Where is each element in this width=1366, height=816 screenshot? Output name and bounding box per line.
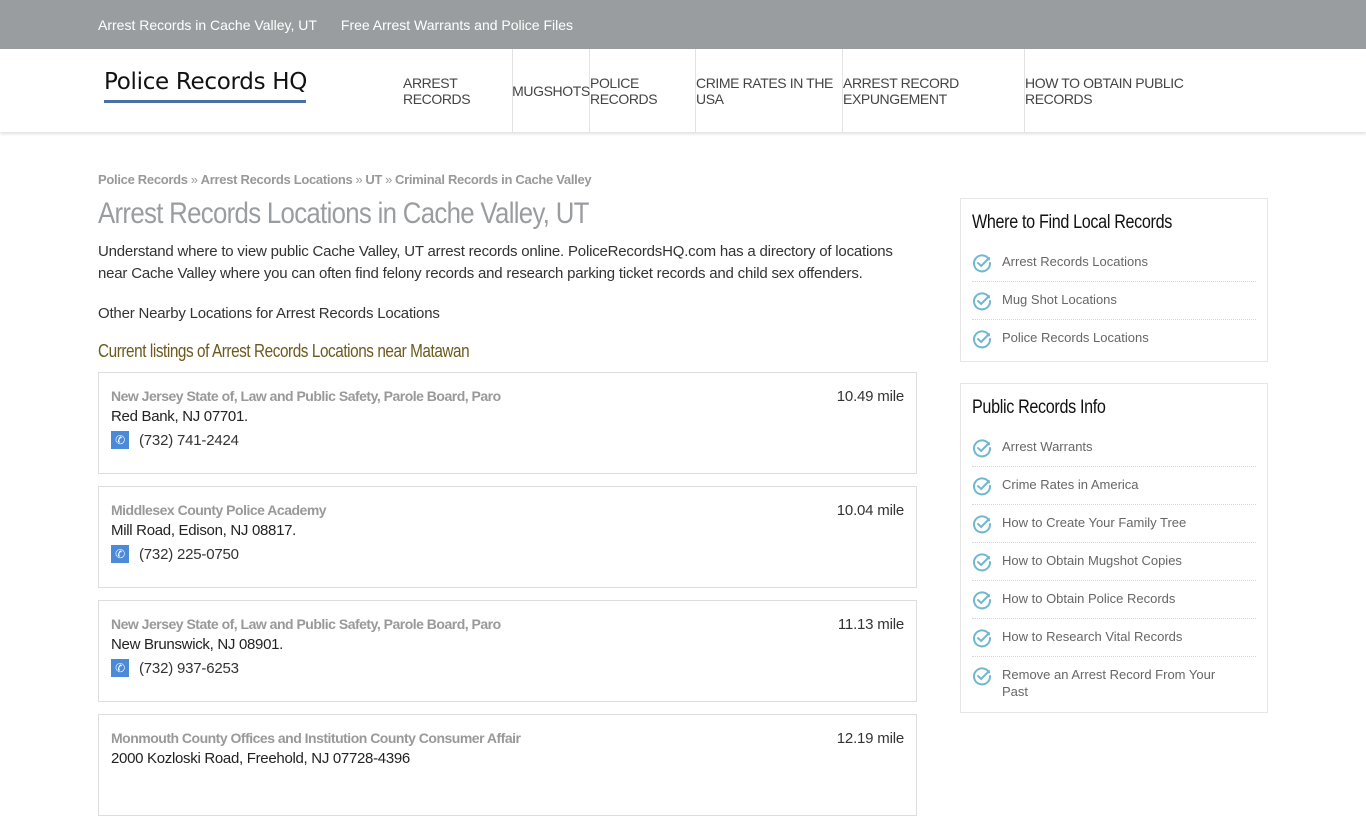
sidebar: Where to Find Local Records Arrest Recor… — [960, 198, 1268, 713]
widget-local-records: Where to Find Local Records Arrest Recor… — [960, 198, 1268, 362]
listing-distance: 12.19 mile — [836, 730, 904, 747]
listing-card: New Jersey State of, Law and Public Safe… — [98, 372, 917, 474]
widget-item: How to Obtain Mugshot Copies — [972, 543, 1256, 581]
breadcrumb-current[interactable]: Criminal Records in Cache Valley — [395, 172, 592, 187]
listing-address: Red Bank, NJ 07701. — [111, 408, 248, 425]
nav-crime-rates[interactable]: CRIME RATES IN THE USA — [696, 49, 843, 132]
check-circle-icon — [973, 254, 992, 273]
nav-mugshots[interactable]: MUGSHOTS — [512, 49, 590, 132]
nav-police-records[interactable]: POLICE RECORDS — [590, 49, 696, 132]
listing-card: New Jersey State of, Law and Public Safe… — [98, 600, 917, 702]
widget-item: Police Records Locations — [972, 320, 1256, 357]
widget-link[interactable]: Mug Shot Locations — [1002, 291, 1227, 308]
nav-expungement[interactable]: ARREST RECORD EXPUNGEMENT — [843, 49, 1025, 132]
widget-link[interactable]: How to Obtain Police Records — [1002, 590, 1227, 607]
breadcrumb-arrest-locations[interactable]: Arrest Records Locations — [201, 172, 353, 187]
listing-address: Mill Road, Edison, NJ 08817. — [111, 522, 297, 539]
listing-name[interactable]: Monmouth County Offices and Institution … — [111, 730, 904, 746]
widget-link[interactable]: Arrest Records Locations — [1002, 253, 1227, 270]
listing-distance: 10.04 mile — [836, 502, 904, 519]
breadcrumb-police-records[interactable]: Police Records — [98, 172, 188, 187]
widget-item: How to Research Vital Records — [972, 619, 1256, 657]
widget-list: Arrest Warrants Crime Rates in America H… — [972, 429, 1256, 708]
topbar-link-free-warrants[interactable]: Free Arrest Warrants and Police Files — [341, 17, 573, 33]
listing-address: New Brunswick, NJ 08901. — [111, 636, 284, 653]
breadcrumb-separator: » — [355, 172, 363, 187]
breadcrumb-separator: » — [385, 172, 393, 187]
listing-card: Middlesex County Police Academy Mill Roa… — [98, 486, 917, 588]
logo-text: Police Records HQ — [104, 69, 308, 95]
widget-link[interactable]: How to Create Your Family Tree — [1002, 514, 1227, 531]
breadcrumb: Police Records» Arrest Records Locations»… — [98, 172, 918, 187]
check-circle-icon — [973, 667, 992, 686]
check-circle-icon — [973, 515, 992, 534]
listing-address: 2000 Kozloski Road, Freehold, NJ 07728-4… — [111, 750, 410, 767]
widget-link[interactable]: Arrest Warrants — [1002, 438, 1227, 455]
phone-icon: ✆ — [111, 431, 129, 449]
check-circle-icon — [973, 591, 992, 610]
check-circle-icon — [973, 292, 992, 311]
site-header: Police Records HQ ARREST RECORDS MUGSHOT… — [0, 49, 1366, 132]
page-title: Arrest Records Locations in Cache Valley… — [98, 197, 589, 230]
nearby-text: Other Nearby Locations for Arrest Record… — [98, 305, 440, 322]
check-circle-icon — [973, 553, 992, 572]
listing-name[interactable]: New Jersey State of, Law and Public Safe… — [111, 616, 904, 632]
listing-distance: 11.13 mile — [837, 616, 904, 633]
widget-list: Arrest Records Locations Mug Shot Locati… — [972, 244, 1256, 357]
widget-item: Remove an Arrest Record From Your Past — [972, 657, 1256, 708]
widget-public-records-info: Public Records Info Arrest Warrants Crim… — [960, 383, 1268, 713]
widget-item: Arrest Warrants — [972, 429, 1256, 467]
nav-public-records[interactable]: HOW TO OBTAIN PUBLIC RECORDS — [1025, 49, 1220, 132]
top-bar: Arrest Records in Cache Valley, UT Free … — [0, 0, 1366, 49]
widget-item: How to Create Your Family Tree — [972, 505, 1256, 543]
site-logo[interactable]: Police Records HQ — [104, 69, 307, 103]
main-nav: ARREST RECORDS MUGSHOTS POLICE RECORDS C… — [403, 49, 1220, 132]
main-content: Police Records» Arrest Records Locations»… — [98, 172, 918, 816]
nav-arrest-records[interactable]: ARREST RECORDS — [403, 49, 513, 132]
listing-phone-number[interactable]: (732) 225-0750 — [139, 546, 239, 563]
widget-title: Where to Find Local Records — [972, 212, 1172, 233]
widget-link[interactable]: Remove an Arrest Record From Your Past — [1002, 666, 1227, 700]
listing-phone: ✆ (732) 225-0750 — [111, 545, 904, 563]
breadcrumb-separator: » — [190, 172, 198, 187]
listing-phone: ✆ (732) 937-6253 — [111, 659, 904, 677]
listing-name[interactable]: Middlesex County Police Academy — [111, 502, 904, 518]
widget-item: Crime Rates in America — [972, 467, 1256, 505]
phone-icon: ✆ — [111, 659, 129, 677]
widget-link[interactable]: How to Obtain Mugshot Copies — [1002, 552, 1227, 569]
listings-heading: Current listings of Arrest Records Locat… — [98, 341, 470, 361]
breadcrumb-state[interactable]: UT — [365, 172, 382, 187]
check-circle-icon — [973, 477, 992, 496]
widget-title: Public Records Info — [972, 397, 1106, 418]
check-circle-icon — [973, 330, 992, 349]
check-circle-icon — [973, 439, 992, 458]
listing-phone-number[interactable]: (732) 937-6253 — [139, 660, 239, 677]
widget-item: Arrest Records Locations — [972, 244, 1256, 282]
intro-text: Understand where to view public Cache Va… — [98, 243, 893, 282]
check-circle-icon — [973, 629, 992, 648]
topbar-link-arrest-records[interactable]: Arrest Records in Cache Valley, UT — [98, 17, 317, 33]
widget-link[interactable]: Crime Rates in America — [1002, 476, 1227, 493]
phone-icon: ✆ — [111, 545, 129, 563]
listing-name[interactable]: New Jersey State of, Law and Public Safe… — [111, 388, 904, 404]
listing-phone: ✆ (732) 741-2424 — [111, 431, 904, 449]
listing-distance: 10.49 mile — [836, 388, 904, 405]
widget-link[interactable]: How to Research Vital Records — [1002, 628, 1227, 645]
listing-card: Monmouth County Offices and Institution … — [98, 714, 917, 816]
widget-item: Mug Shot Locations — [972, 282, 1256, 320]
widget-link[interactable]: Police Records Locations — [1002, 329, 1227, 346]
widget-item: How to Obtain Police Records — [972, 581, 1256, 619]
listing-phone-number[interactable]: (732) 741-2424 — [139, 432, 239, 449]
logo-underline — [104, 100, 306, 103]
